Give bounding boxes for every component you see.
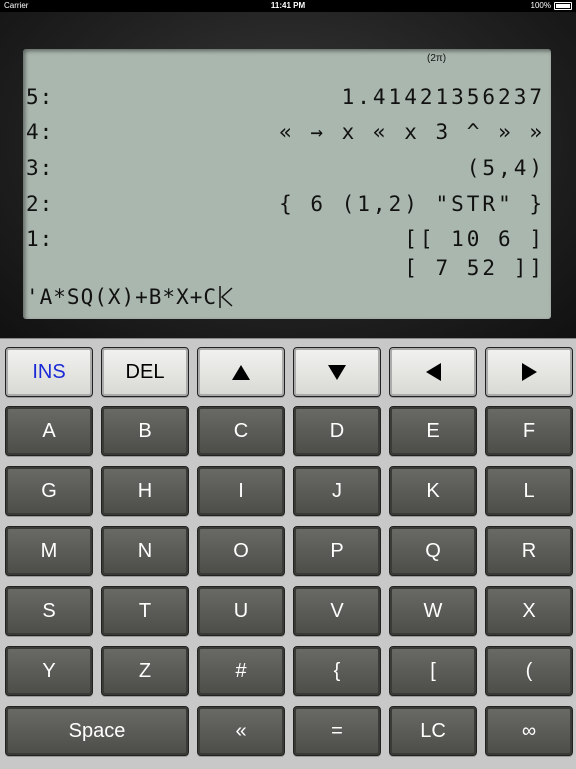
key-n[interactable]: N <box>101 526 189 576</box>
stack-level-3-value: (5,4) <box>466 156 545 180</box>
paren-key[interactable]: ( <box>485 646 573 696</box>
battery-percent: 100% <box>530 1 551 10</box>
hash-key[interactable]: # <box>197 646 285 696</box>
left-arrow-icon <box>425 363 441 381</box>
key-k[interactable]: K <box>389 466 477 516</box>
equals-key[interactable]: = <box>293 706 381 756</box>
bracket-key[interactable]: [ <box>389 646 477 696</box>
key-u[interactable]: U <box>197 586 285 636</box>
stack-level-1-label: 1: <box>26 227 54 251</box>
right-arrow-key[interactable] <box>485 347 573 397</box>
key-y[interactable]: Y <box>5 646 93 696</box>
key-h[interactable]: H <box>101 466 189 516</box>
infinity-key[interactable]: ∞ <box>485 706 573 756</box>
key-i[interactable]: I <box>197 466 285 516</box>
command-line-text: 'A*SQ(X)+B*X+C <box>26 285 218 309</box>
stack-level-1-value-row2: [ 7 52 ]] <box>404 256 545 280</box>
key-z[interactable]: Z <box>101 646 189 696</box>
battery-icon <box>554 1 572 10</box>
lcd-screen: (2π) 5: 1.41421356237 4: « → x « x 3 ^ »… <box>23 49 551 319</box>
down-arrow-icon <box>328 364 346 380</box>
annunciator-angle-mode: (2π) <box>427 53 447 64</box>
insert-cursor-icon <box>219 286 233 308</box>
left-arrow-key[interactable] <box>389 347 477 397</box>
key-l[interactable]: L <box>485 466 573 516</box>
key-a[interactable]: A <box>5 406 93 456</box>
key-q[interactable]: Q <box>389 526 477 576</box>
space-key[interactable]: Space <box>5 706 189 756</box>
key-c[interactable]: C <box>197 406 285 456</box>
key-t[interactable]: T <box>101 586 189 636</box>
key-f[interactable]: F <box>485 406 573 456</box>
status-bar: Carrier 11:41 PM 100% <box>0 0 576 12</box>
key-r[interactable]: R <box>485 526 573 576</box>
ins-key[interactable]: INS <box>5 347 93 397</box>
lowercase-key[interactable]: LC <box>389 706 477 756</box>
key-v[interactable]: V <box>293 586 381 636</box>
clock: 11:41 PM <box>270 1 306 10</box>
key-m[interactable]: M <box>5 526 93 576</box>
key-p[interactable]: P <box>293 526 381 576</box>
stack-level-5-value: 1.41421356237 <box>341 85 545 109</box>
stack-level-4-value: « → x « x 3 ^ » » <box>279 120 545 144</box>
key-x[interactable]: X <box>485 586 573 636</box>
right-arrow-icon <box>521 363 537 381</box>
key-g[interactable]: G <box>5 466 93 516</box>
stack-level-1-value-row1: [[ 10 6 ] <box>404 227 545 251</box>
del-key[interactable]: DEL <box>101 347 189 397</box>
key-o[interactable]: O <box>197 526 285 576</box>
up-arrow-key[interactable] <box>197 347 285 397</box>
battery-indicator: 100% <box>531 1 572 10</box>
key-s[interactable]: S <box>5 586 93 636</box>
up-arrow-icon <box>232 364 250 380</box>
down-arrow-key[interactable] <box>293 347 381 397</box>
stack-level-2-value: { 6 (1,2) "STR" } <box>279 192 545 216</box>
key-b[interactable]: B <box>101 406 189 456</box>
stack-level-2-label: 2: <box>26 192 54 216</box>
stack-level-3-label: 3: <box>26 156 54 180</box>
key-j[interactable]: J <box>293 466 381 516</box>
brace-key[interactable]: { <box>293 646 381 696</box>
key-e[interactable]: E <box>389 406 477 456</box>
key-d[interactable]: D <box>293 406 381 456</box>
program-delimiter-key[interactable]: « <box>197 706 285 756</box>
command-line[interactable]: 'A*SQ(X)+B*X+C <box>26 285 234 309</box>
stack-level-5-label: 5: <box>26 85 54 109</box>
stack-level-4-label: 4: <box>26 120 54 144</box>
display-bezel: (2π) 5: 1.41421356237 4: « → x « x 3 ^ »… <box>0 12 576 338</box>
key-w[interactable]: W <box>389 586 477 636</box>
keypad: INS DEL A B C D E F G H I J K L M N O P … <box>0 338 576 769</box>
